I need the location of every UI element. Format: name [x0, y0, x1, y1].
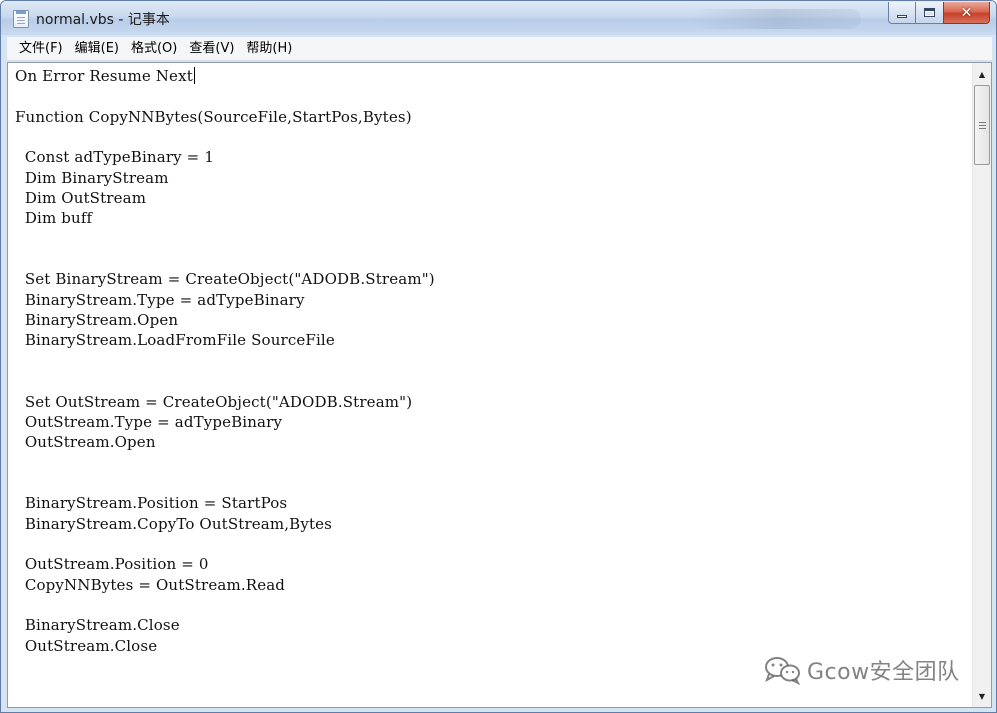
wechat-logo — [765, 657, 801, 685]
text-caret — [193, 67, 195, 84]
code-line: BinaryStream.Type = adTypeBinary — [15, 290, 305, 309]
code-line: OutStream.Open — [15, 433, 156, 452]
notepad-window: normal.vbs - 记事本 ✕ 文件(F) 编辑(E) 格式(O) 查看(… — [0, 0, 997, 713]
close-icon: ✕ — [960, 4, 973, 21]
scroll-up-arrow-icon[interactable]: ▲ — [973, 65, 991, 83]
watermark-text: Gcow安全团队 — [807, 660, 960, 685]
code-text-area[interactable]: On Error Resume Next Function CopyNNBytes… — [15, 66, 967, 707]
code-line: CopyNNBytes = OutStream.Read — [15, 575, 286, 594]
code-line: OutStream.Type = adTypeBinary — [15, 412, 283, 431]
menu-format[interactable]: 格式(O) — [125, 38, 183, 60]
menu-file[interactable]: 文件(F) — [13, 38, 69, 60]
close-button[interactable]: ✕ — [943, 2, 990, 24]
title-bar[interactable]: normal.vbs - 记事本 ✕ — [1, 1, 996, 35]
menu-edit[interactable]: 编辑(E) — [69, 38, 125, 60]
code-line: BinaryStream.CopyTo OutStream,Bytes — [15, 514, 333, 533]
title-bar-reflection — [691, 9, 861, 29]
watermark: Gcow安全团队 — [763, 653, 960, 687]
maximize-icon — [924, 8, 935, 17]
code-line: BinaryStream.Open — [15, 311, 179, 330]
window-title: normal.vbs - 记事本 — [36, 12, 170, 28]
menu-bar: 文件(F) 编辑(E) 格式(O) 查看(V) 帮助(H) — [7, 37, 992, 61]
minimize-button[interactable] — [888, 2, 916, 24]
text-editor[interactable]: On Error Resume Next Function CopyNNBytes… — [7, 62, 992, 708]
scroll-grip-icon — [978, 121, 986, 129]
minimize-icon — [897, 15, 907, 18]
code-line: BinaryStream.Close — [15, 616, 180, 635]
code-line: Dim buff — [15, 209, 93, 228]
menu-view[interactable]: 查看(V) — [183, 38, 240, 60]
caption-buttons: ✕ — [888, 2, 990, 24]
notepad-icon[interactable] — [13, 10, 29, 28]
code-line: Dim OutStream — [15, 189, 147, 208]
code-line: Const adTypeBinary = 1 — [15, 148, 215, 167]
vertical-scrollbar[interactable]: ▲ ▼ — [972, 63, 991, 707]
code-line: On Error Resume Next — [15, 67, 195, 85]
scroll-thumb[interactable] — [974, 85, 990, 165]
menu-help[interactable]: 帮助(H) — [240, 38, 298, 60]
code-line: Dim BinaryStream — [15, 168, 169, 187]
code-line: BinaryStream.Position = StartPos — [15, 494, 288, 513]
code-line: Function CopyNNBytes(SourceFile,StartPos… — [15, 107, 412, 126]
code-line: OutStream.Position = 0 — [15, 555, 209, 574]
scroll-down-arrow-icon[interactable]: ▼ — [973, 687, 991, 705]
code-line: BinaryStream.LoadFromFile SourceFile — [15, 331, 335, 350]
maximize-button[interactable] — [916, 2, 943, 24]
code-line: Set OutStream = CreateObject("ADODB.Stre… — [15, 392, 413, 411]
code-line: Set BinaryStream = CreateObject("ADODB.S… — [15, 270, 435, 289]
